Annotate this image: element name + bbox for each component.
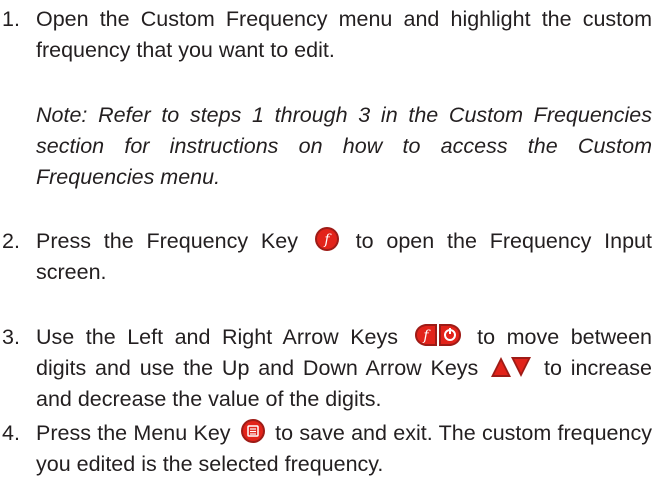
step-3: 3. Use the Left and Right Arrow Keys f t…: [2, 322, 652, 415]
step-text-a: Use the Left and Right Arrow Keys: [36, 325, 399, 349]
menu-key-icon: [240, 418, 266, 444]
step-number: 3.: [2, 325, 20, 349]
instruction-page: 1. Open the Custom Frequency menu and hi…: [0, 0, 667, 487]
step-number: 1.: [2, 7, 20, 31]
left-arrow-key-icon: f: [413, 322, 439, 348]
step-text-before: Press the Frequency Key: [36, 229, 298, 253]
up-arrow-key-icon: [490, 355, 512, 379]
note-text: Note: Refer to steps 1 through 3 in the …: [36, 103, 652, 189]
right-arrow-key-icon: [437, 322, 463, 348]
step-number: 4.: [2, 421, 20, 445]
step-1: 1. Open the Custom Frequency menu and hi…: [2, 4, 652, 66]
frequency-key-icon: f: [314, 226, 340, 252]
step-text: Open the Custom Frequency menu and highl…: [36, 7, 652, 62]
step-number: 2.: [2, 229, 20, 253]
step-4: 4. Press the Menu Key to save and exit. …: [2, 418, 652, 480]
step-text-before: Press the Menu Key: [36, 421, 231, 445]
step-2: 2. Press the Frequency Key f to open the…: [2, 226, 652, 288]
down-arrow-key-icon: [510, 355, 532, 379]
